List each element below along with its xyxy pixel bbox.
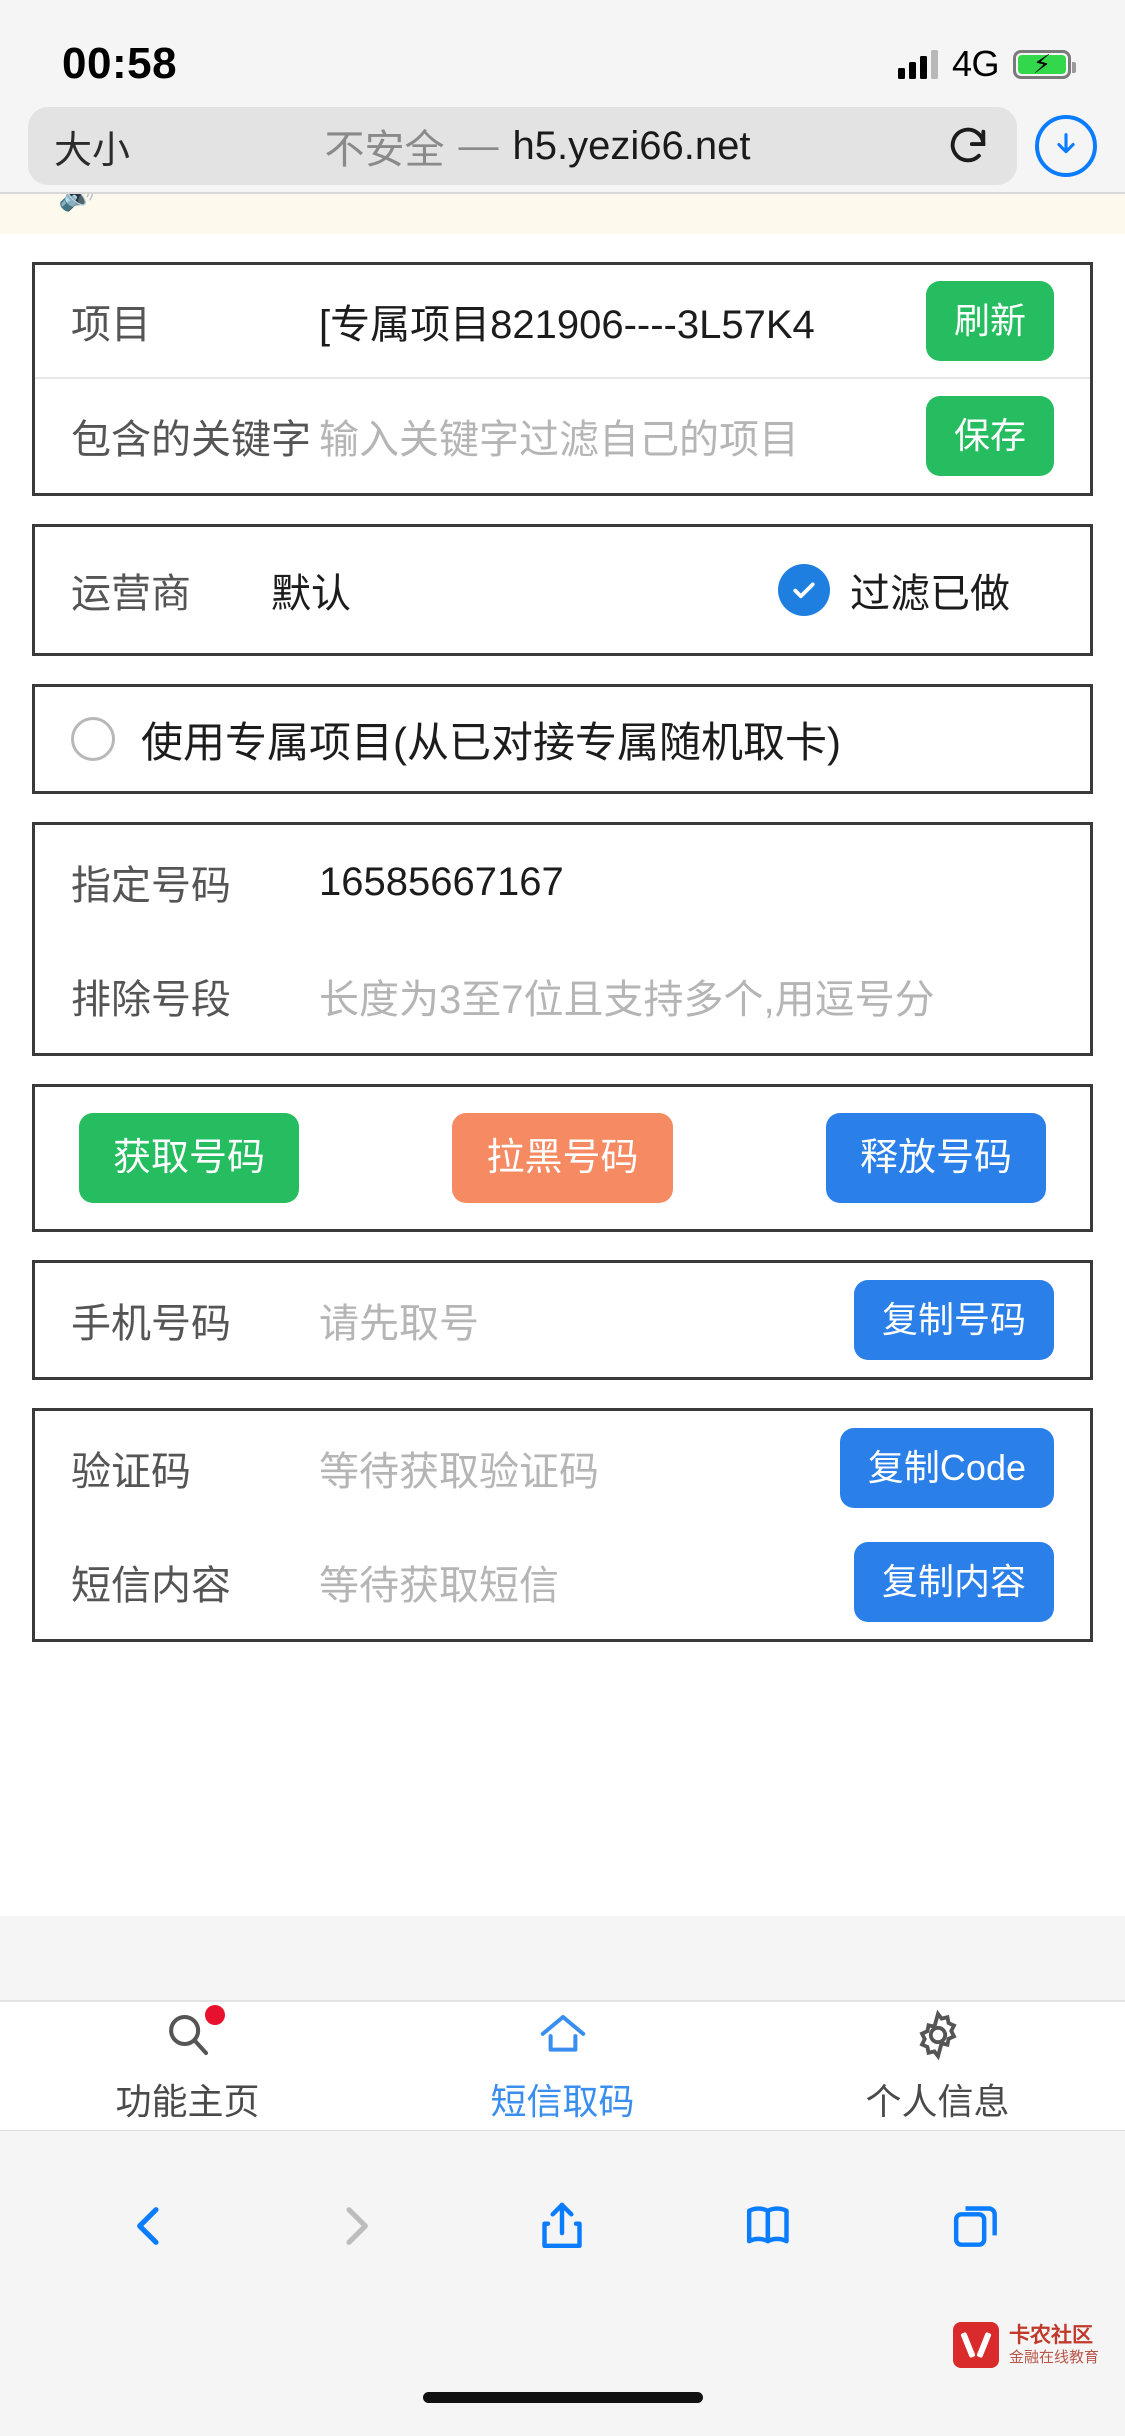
check-icon[interactable] [778,564,830,616]
filter-done-toggle[interactable]: 过滤已做 [778,561,1054,619]
battery-charging-icon: ⚡ [1013,49,1076,79]
phone-number-card: 手机号码 请先取号 复制号码 [32,1260,1093,1380]
project-label: 项目 [71,303,151,347]
app-tab-bar: 功能主页 短信取码 个人信息 [0,2000,1125,2130]
watermark-line2: 金融在线教育 [1008,2348,1099,2366]
operator-row: 运营商 默认 过滤已做 [35,527,1090,653]
speaker-icon: 🔊 [58,192,96,212]
project-row: 项目 [专属项目821906----3L57K4 刷新 [35,265,1090,379]
exclude-segment-input[interactable]: 长度为3至7位且支持多个,用逗号分 [319,967,1054,1025]
browser-address-bar-container: 大小 不安全 — h5.yezi66.net [0,100,1125,192]
project-card: 项目 [专属项目821906----3L57K4 刷新 包含的关键字 输入关键字… [32,262,1093,496]
book-icon[interactable] [724,2181,814,2271]
copy-code-button[interactable]: 复制Code [839,1428,1054,1508]
sms-content-label: 短信内容 [71,1564,231,1608]
signal-bars-icon [897,49,938,79]
exclusive-project-card[interactable]: 使用专属项目(从已对接专属随机取卡) [32,684,1093,794]
reload-icon[interactable] [945,123,991,169]
release-number-button[interactable]: 释放号码 [825,1113,1046,1203]
url-display[interactable]: 不安全 — h5.yezi66.net [150,117,925,175]
tab-function-home[interactable]: 功能主页 [0,2005,375,2125]
assigned-number-label: 指定号码 [71,864,231,908]
action-buttons-row: 获取号码 拉黑号码 释放号码 [35,1087,1090,1229]
sms-content-row: 短信内容 等待获取短信 复制内容 [35,1525,1090,1639]
assigned-number-input[interactable]: 16585667167 [319,860,1054,905]
save-button[interactable]: 保存 [925,396,1054,476]
sms-card: 验证码 等待获取验证码 复制Code 短信内容 等待获取短信 复制内容 [32,1408,1093,1642]
number-settings-card: 指定号码 16585667167 排除号段 长度为3至7位且支持多个,用逗号分 [32,822,1093,1056]
url-separator: — [458,123,499,168]
chevron-left-icon[interactable] [104,2181,194,2271]
keyword-row: 包含的关键字 输入关键字过滤自己的项目 保存 [35,379,1090,493]
sms-content-input[interactable]: 等待获取短信 [319,1553,854,1611]
get-number-button[interactable]: 获取号码 [79,1113,300,1203]
exclusive-project-row[interactable]: 使用专属项目(从已对接专属随机取卡) [35,687,1090,791]
url-host-label: h5.yezi66.net [512,123,751,168]
status-time: 00:58 [62,39,178,88]
phone-number-input[interactable]: 请先取号 [319,1291,854,1349]
gear-icon [911,2007,965,2063]
radio-unchecked-icon[interactable] [71,717,115,761]
home-indicator [422,2392,703,2403]
network-type-label: 4G [951,43,1000,84]
search-icon [161,2005,225,2063]
watermark: 卡农社区 金融在线教育 [952,2322,1099,2368]
tab-label-function-home: 功能主页 [115,2081,260,2122]
watermark-line1: 卡农社区 [1008,2323,1093,2347]
tab-sms-code[interactable]: 短信取码 [375,2007,750,2125]
actions-card: 获取号码 拉黑号码 释放号码 [32,1084,1093,1232]
download-icon[interactable] [1035,115,1097,177]
exclude-segment-label: 排除号段 [71,978,231,1022]
keyword-input[interactable]: 输入关键字过滤自己的项目 [319,407,926,465]
keyword-label: 包含的关键字 [71,418,311,462]
assigned-number-row: 指定号码 16585667167 [35,825,1090,939]
page-zoom-button[interactable]: 大小 [54,119,130,174]
phone-number-label: 手机号码 [71,1302,231,1346]
notification-badge [204,2005,225,2025]
status-indicators: 4G ⚡ [897,43,1076,85]
status-bar: 00:58 4G ⚡ [0,0,1125,100]
announcement-bar: 🔊 [0,192,1125,234]
share-icon[interactable] [517,2181,607,2271]
copy-number-button[interactable]: 复制号码 [853,1280,1054,1360]
blacklist-number-button[interactable]: 拉黑号码 [452,1113,673,1203]
refresh-button[interactable]: 刷新 [925,281,1054,361]
browser-toolbar [0,2130,1125,2320]
chevron-right-icon [311,2181,401,2271]
copy-content-button[interactable]: 复制内容 [853,1542,1054,1622]
phone-number-row: 手机号码 请先取号 复制号码 [35,1263,1090,1377]
project-value[interactable]: [专属项目821906----3L57K4 [319,292,926,350]
exclusive-project-label: 使用专属项目(从已对接专属随机取卡) [141,718,841,766]
operator-card: 运营商 默认 过滤已做 [32,524,1093,656]
tab-profile[interactable]: 个人信息 [750,2007,1125,2125]
home-icon [535,2007,591,2063]
tab-label-profile: 个人信息 [865,2081,1010,2122]
operator-label: 运营商 [71,572,191,616]
page-content: 项目 [专属项目821906----3L57K4 刷新 包含的关键字 输入关键字… [0,234,1125,1916]
filter-done-label: 过滤已做 [850,572,1010,616]
watermark-logo-icon [952,2322,999,2368]
operator-value[interactable]: 默认 [271,561,778,619]
tabs-icon[interactable] [931,2181,1021,2271]
verification-code-input[interactable]: 等待获取验证码 [319,1439,840,1497]
tab-label-sms-code: 短信取码 [490,2081,635,2122]
insecure-label: 不安全 [324,128,445,172]
exclude-segment-row: 排除号段 长度为3至7位且支持多个,用逗号分 [35,939,1090,1053]
address-bar[interactable]: 大小 不安全 — h5.yezi66.net [28,107,1017,185]
verification-code-row: 验证码 等待获取验证码 复制Code [35,1411,1090,1525]
verification-code-label: 验证码 [71,1450,191,1494]
